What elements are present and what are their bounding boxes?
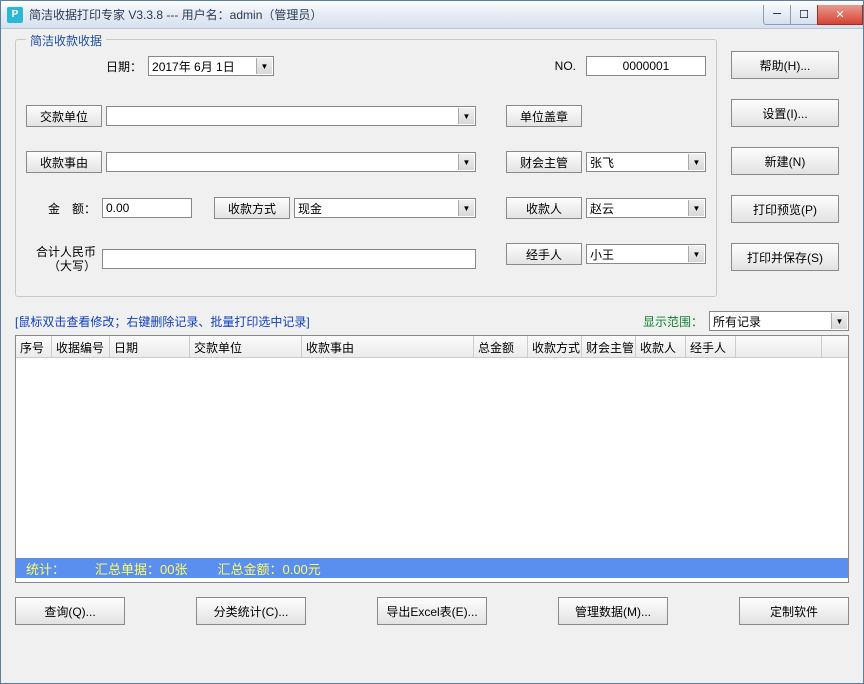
classify-button[interactable]: 分类统计(C)... (196, 597, 306, 625)
column-header[interactable]: 经手人 (686, 336, 736, 357)
column-header[interactable]: 收款事由 (302, 336, 474, 357)
cashier-button[interactable]: 收款人 (506, 197, 582, 219)
total-cn-input[interactable] (102, 249, 476, 269)
no-label: NO. (545, 59, 586, 73)
group-legend: 简洁收款收据 (26, 32, 106, 49)
column-header[interactable]: 交款单位 (190, 336, 302, 357)
column-header[interactable]: 日期 (110, 336, 190, 357)
finance-supervisor-button[interactable]: 财会主管 (506, 151, 582, 173)
pay-method-value: 现金 (298, 200, 322, 217)
column-header[interactable]: 收款人 (636, 336, 686, 357)
pay-method-combo[interactable]: 现金 ▼ (294, 198, 476, 218)
date-picker[interactable]: 2017年 6月 1日 ▼ (148, 56, 274, 76)
maximize-button[interactable]: ☐ (790, 5, 818, 25)
cashier-value: 赵云 (590, 200, 614, 217)
finance-supervisor-combo[interactable]: 张飞 ▼ (586, 152, 706, 172)
stats-bar: 统计： 汇总单据：00张 汇总金额：0.00元 (16, 558, 848, 578)
total-cn-label: 合计人民币（大写） (26, 245, 102, 273)
column-header[interactable]: 总金额 (474, 336, 528, 357)
content-area: 简洁收款收据 日期： 2017年 6月 1日 ▼ NO. (1, 29, 863, 635)
payer-button[interactable]: 交款单位 (26, 105, 102, 127)
table-body (16, 358, 848, 558)
date-value: 2017年 6月 1日 (152, 58, 235, 75)
handler-combo[interactable]: 小王 ▼ (586, 244, 706, 264)
reason-combo[interactable]: ▼ (106, 152, 476, 172)
receipt-group: 简洁收款收据 日期： 2017年 6月 1日 ▼ NO. (15, 39, 717, 297)
export-excel-button[interactable]: 导出Excel表(E)... (377, 597, 487, 625)
dropdown-arrow-icon: ▼ (688, 246, 704, 262)
date-label: 日期： (106, 58, 148, 75)
show-range-combo[interactable]: 所有记录 ▼ (709, 311, 849, 331)
dropdown-arrow-icon: ▼ (688, 200, 704, 216)
records-table[interactable]: 序号收据编号日期交款单位收款事由总金额收款方式财会主管收款人经手人 统计： 汇总… (15, 335, 849, 583)
show-range-label: 显示范围： (643, 313, 703, 330)
finance-value: 张飞 (590, 154, 614, 171)
print-preview-button[interactable]: 打印预览(P) (731, 195, 839, 223)
pay-method-button[interactable]: 收款方式 (214, 197, 290, 219)
dropdown-arrow-icon: ▼ (458, 154, 474, 170)
table-header: 序号收据编号日期交款单位收款事由总金额收款方式财会主管收款人经手人 (16, 336, 848, 358)
payer-combo[interactable]: ▼ (106, 106, 476, 126)
column-header[interactable]: 收款方式 (528, 336, 582, 357)
app-window: P 简洁收据打印专家 V3.3.8 --- 用户名：admin（管理员） ─ ☐… (0, 0, 864, 684)
dropdown-arrow-icon: ▼ (458, 200, 474, 216)
column-header[interactable]: 财会主管 (582, 336, 636, 357)
window-title: 简洁收据打印专家 V3.3.8 --- 用户名：admin（管理员） (29, 6, 764, 23)
titlebar[interactable]: P 简洁收据打印专家 V3.3.8 --- 用户名：admin（管理员） ─ ☐… (1, 1, 863, 29)
hint-text: [鼠标双击查看修改；右键删除记录、批量打印选中记录] (15, 313, 643, 330)
stats-count: 汇总单据：00张 (95, 559, 187, 578)
minimize-button[interactable]: ─ (763, 5, 791, 25)
custom-software-button[interactable]: 定制软件 (739, 597, 849, 625)
handler-value: 小王 (590, 246, 614, 263)
new-button[interactable]: 新建(N) (731, 147, 839, 175)
dropdown-arrow-icon: ▼ (831, 313, 847, 329)
handler-button[interactable]: 经手人 (506, 243, 582, 265)
show-range-value: 所有记录 (713, 313, 761, 330)
column-header[interactable] (736, 336, 822, 357)
stats-label: 统计： (26, 559, 65, 578)
amount-input[interactable] (102, 198, 192, 218)
stamp-button[interactable]: 单位盖章 (506, 105, 582, 127)
window-controls: ─ ☐ ✕ (764, 5, 863, 25)
stats-amount: 汇总金额：0.00元 (217, 559, 320, 578)
help-button[interactable]: 帮助(H)... (731, 51, 839, 79)
app-icon: P (7, 7, 23, 23)
print-save-button[interactable]: 打印并保存(S) (731, 243, 839, 271)
dropdown-arrow-icon: ▼ (458, 108, 474, 124)
cashier-combo[interactable]: 赵云 ▼ (586, 198, 706, 218)
amount-label: 金 额： (26, 200, 102, 217)
query-button[interactable]: 查询(Q)... (15, 597, 125, 625)
column-header[interactable]: 序号 (16, 336, 52, 357)
reason-button[interactable]: 收款事由 (26, 151, 102, 173)
dropdown-arrow-icon: ▼ (688, 154, 704, 170)
close-button[interactable]: ✕ (817, 5, 863, 25)
column-header[interactable]: 收据编号 (52, 336, 110, 357)
manage-data-button[interactable]: 管理数据(M)... (558, 597, 668, 625)
settings-button[interactable]: 设置(I)... (731, 99, 839, 127)
bottom-toolbar: 查询(Q)... 分类统计(C)... 导出Excel表(E)... 管理数据(… (15, 583, 849, 625)
dropdown-arrow-icon: ▼ (256, 58, 272, 74)
receipt-no-input[interactable] (586, 56, 706, 76)
